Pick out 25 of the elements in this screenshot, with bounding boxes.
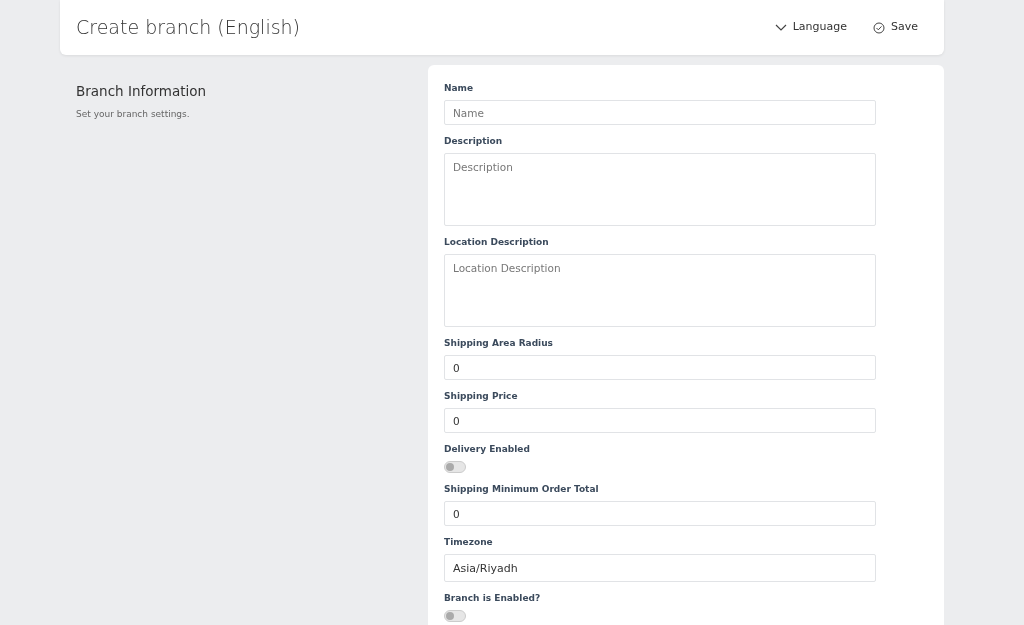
language-dropdown[interactable]: Language (774, 19, 847, 36)
text-area[interactable]: Location Description (444, 254, 876, 327)
toggle-switch[interactable] (444, 610, 466, 622)
section-description: Set your branch settings. (76, 108, 191, 122)
input-field[interactable]: 0 (444, 355, 876, 380)
field-label: Location Description (444, 237, 550, 248)
field-label: Branch is Enabled? (444, 593, 542, 604)
field-label: Shipping Minimum Order Total (444, 484, 600, 495)
toggle-switch[interactable] (444, 461, 466, 473)
field-label: Name (444, 83, 475, 94)
input-field[interactable]: Name (444, 100, 876, 125)
field-label: Shipping Area Radius (444, 338, 554, 349)
text-area[interactable]: Description (444, 153, 876, 226)
field-label: Shipping Price (444, 391, 519, 402)
input-field[interactable]: 0 (444, 501, 876, 526)
check-circle-icon (873, 21, 885, 34)
page-title: Create branch (English) (76, 16, 301, 39)
chevron-down-icon (774, 23, 787, 32)
field-label: Description (444, 136, 504, 147)
select-field[interactable]: Asia/Riyadh (444, 554, 876, 582)
save-button[interactable]: Save (873, 19, 918, 36)
input-field[interactable]: 0 (444, 408, 876, 433)
field-label: Timezone (444, 537, 494, 548)
section-title: Branch Information (76, 83, 208, 100)
field-label: Delivery Enabled (444, 444, 531, 455)
